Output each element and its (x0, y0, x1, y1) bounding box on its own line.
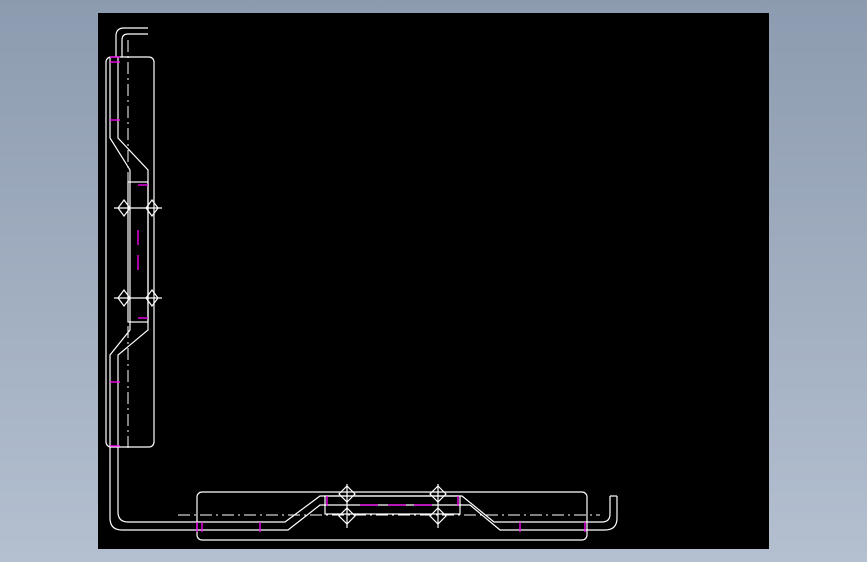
horizontal-hook (587, 496, 618, 531)
vertical-insert (127, 181, 149, 323)
horizontal-view (178, 484, 618, 541)
vertical-view (105, 27, 200, 531)
cad-drawing (105, 27, 618, 541)
horizontal-tube-outline (196, 491, 588, 541)
horizontal-bend-profile (200, 504, 587, 531)
vertical-hook (115, 27, 148, 57)
vertical-highlights (110, 56, 148, 447)
